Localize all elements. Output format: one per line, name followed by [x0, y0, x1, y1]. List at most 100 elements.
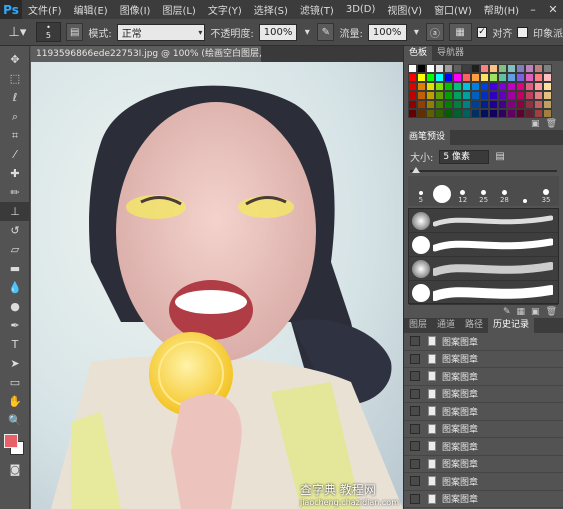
color-swatches[interactable] — [0, 430, 30, 460]
history-source-checkbox[interactable] — [410, 493, 420, 504]
crop-tool-icon[interactable]: ⌗ — [0, 126, 30, 145]
blur-tool-icon[interactable]: 💧 — [0, 278, 30, 297]
color-swatch[interactable] — [480, 73, 489, 82]
color-swatch[interactable] — [516, 91, 525, 100]
path-select-tool-icon[interactable]: ➤ — [0, 354, 30, 373]
color-swatch[interactable] — [471, 109, 480, 118]
history-source-checkbox[interactable] — [410, 458, 420, 469]
color-swatch[interactable] — [471, 73, 480, 82]
brush-tool-icon[interactable]: ✏ — [0, 183, 30, 202]
brush-stroke-row[interactable] — [409, 209, 558, 233]
color-swatch[interactable] — [408, 73, 417, 82]
brush-size-input[interactable]: 5 像素 — [439, 149, 490, 164]
color-swatch[interactable] — [462, 91, 471, 100]
color-swatch[interactable] — [480, 91, 489, 100]
color-swatch[interactable] — [543, 109, 552, 118]
color-swatch[interactable] — [426, 109, 435, 118]
color-swatch[interactable] — [480, 100, 489, 109]
brush-stroke-row[interactable] — [409, 233, 558, 257]
menu-3d[interactable]: 3D(D) — [340, 4, 382, 15]
painted-photo[interactable] — [31, 62, 403, 509]
color-swatch[interactable] — [453, 109, 462, 118]
menu-filter[interactable]: 滤镜(T) — [294, 2, 340, 17]
tab-paths[interactable]: 路径 — [460, 318, 488, 333]
color-swatch[interactable] — [417, 64, 426, 73]
gradient-tool-icon[interactable]: ▬ — [0, 259, 30, 278]
menu-window[interactable]: 窗口(W) — [428, 2, 478, 17]
tab-swatches[interactable]: 色板 — [404, 46, 433, 61]
color-swatch[interactable] — [408, 109, 417, 118]
history-source-checkbox[interactable] — [410, 371, 420, 382]
color-swatch[interactable] — [453, 73, 462, 82]
quick-select-tool-icon[interactable]: ⌕ — [0, 107, 30, 126]
airbrush-icon[interactable]: ⓐ — [426, 23, 444, 41]
mode-select[interactable]: 正常 ▾ — [116, 23, 206, 41]
color-swatch[interactable] — [534, 109, 543, 118]
flow-dropdown-icon[interactable]: ▾ — [412, 23, 422, 41]
color-swatch[interactable] — [489, 91, 498, 100]
color-swatch[interactable] — [453, 64, 462, 73]
color-swatch[interactable] — [444, 64, 453, 73]
color-swatch[interactable] — [507, 64, 516, 73]
brush-tip[interactable] — [516, 199, 534, 204]
pressure-opacity-icon[interactable]: ✎ — [317, 23, 335, 41]
brush-panel-toggle-icon[interactable]: ▤ — [66, 23, 84, 41]
brush-tip[interactable]: 28 — [495, 190, 513, 204]
color-swatch[interactable] — [489, 109, 498, 118]
history-source-checkbox[interactable] — [410, 388, 420, 399]
document-tab[interactable]: 1193596866ede22753I.jpg @ 100% (绘画空白图层, … — [31, 46, 261, 62]
brush-size-slider[interactable] — [410, 167, 557, 174]
tab-channels[interactable]: 通道 — [432, 318, 460, 333]
menu-edit[interactable]: 编辑(E) — [68, 2, 114, 17]
impressionist-checkbox[interactable] — [517, 26, 528, 38]
color-swatch[interactable] — [525, 100, 534, 109]
pen-tool-icon[interactable]: ✒ — [0, 316, 30, 335]
brush-tip[interactable]: 35 — [537, 189, 555, 204]
type-tool-icon[interactable]: T — [0, 335, 30, 354]
history-item[interactable]: 图案图章 — [404, 386, 563, 403]
zoom-tool-icon[interactable]: 🔍 — [0, 411, 30, 430]
color-swatch[interactable] — [453, 82, 462, 91]
menu-help[interactable]: 帮助(H) — [478, 2, 525, 17]
color-swatch[interactable] — [471, 100, 480, 109]
history-source-checkbox[interactable] — [410, 406, 420, 417]
color-swatch[interactable] — [417, 100, 426, 109]
color-swatch[interactable] — [453, 100, 462, 109]
color-swatch[interactable] — [507, 109, 516, 118]
brush-tip[interactable]: 25 — [475, 190, 493, 204]
grid-icon[interactable]: ▦ — [517, 307, 526, 317]
color-swatch[interactable] — [525, 91, 534, 100]
brush-tip[interactable]: 5 — [412, 191, 430, 204]
tab-brush-presets[interactable]: 画笔预设 — [404, 130, 451, 145]
color-swatch[interactable] — [543, 82, 552, 91]
color-swatch[interactable] — [507, 100, 516, 109]
color-swatch[interactable] — [516, 64, 525, 73]
color-swatch[interactable] — [489, 64, 498, 73]
color-swatch[interactable] — [534, 73, 543, 82]
color-swatch[interactable] — [516, 100, 525, 109]
history-source-checkbox[interactable] — [410, 336, 420, 347]
color-swatch[interactable] — [462, 82, 471, 91]
color-swatch[interactable] — [498, 100, 507, 109]
hand-tool-icon[interactable]: ✋ — [0, 392, 30, 411]
color-swatch[interactable] — [444, 73, 453, 82]
color-swatch[interactable] — [498, 64, 507, 73]
color-swatch[interactable] — [408, 100, 417, 109]
color-swatch[interactable] — [426, 91, 435, 100]
align-checkbox[interactable]: ✓ — [476, 26, 488, 38]
brush-stroke-row[interactable] — [409, 257, 558, 281]
eraser-tool-icon[interactable]: ▱ — [0, 240, 30, 259]
history-item[interactable]: 图案图章 — [404, 456, 563, 473]
lasso-tool-icon[interactable]: ℓ — [0, 88, 30, 107]
menu-type[interactable]: 文字(Y) — [202, 2, 248, 17]
marquee-tool-icon[interactable]: ⬚ — [0, 69, 30, 88]
color-swatch[interactable] — [417, 73, 426, 82]
menu-image[interactable]: 图像(I) — [114, 2, 157, 17]
move-tool-icon[interactable]: ✥ — [0, 50, 30, 69]
brush-tip[interactable]: 12 — [454, 190, 472, 204]
tab-navigator[interactable]: 导航器 — [432, 46, 469, 61]
color-swatch[interactable] — [543, 91, 552, 100]
history-item[interactable]: 图案图章 — [404, 403, 563, 421]
history-brush-tool-icon[interactable]: ↺ — [0, 221, 30, 240]
color-swatch[interactable] — [417, 82, 426, 91]
